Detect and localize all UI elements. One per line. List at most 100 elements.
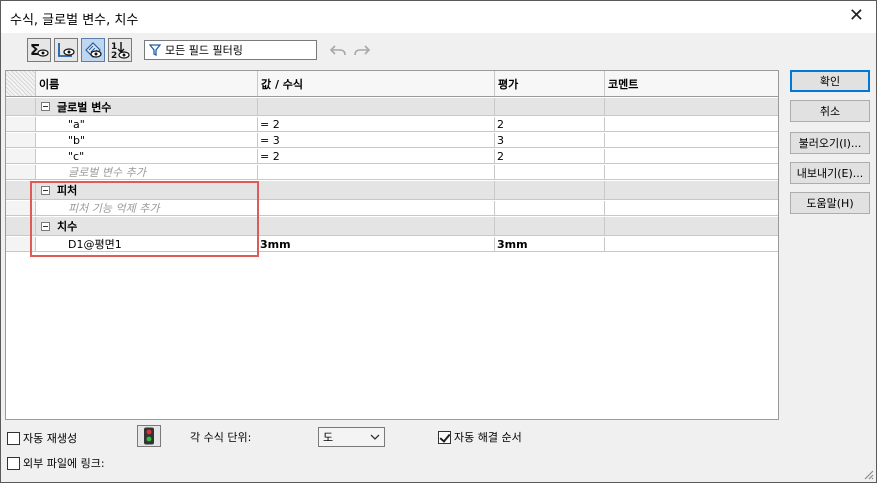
group-name-cell: 치수 — [36, 217, 258, 235]
add-placeholder[interactable]: 글로벌 변수 추가 — [36, 165, 258, 179]
name-cell[interactable]: "b" — [36, 133, 258, 147]
equation-view-icon: Σ — [30, 41, 49, 59]
name-cell[interactable]: D1@평면1 — [36, 237, 258, 251]
auto-rebuild-checkbox[interactable]: 자동 재생성 — [7, 430, 77, 446]
selected-unit: 도 — [323, 431, 334, 444]
name-cell[interactable]: "a" — [36, 117, 258, 131]
dimension-view-button[interactable] — [81, 38, 105, 62]
column-header-comment[interactable]: 코멘트 — [605, 71, 778, 96]
checkbox-box[interactable] — [7, 456, 20, 470]
comment-cell[interactable] — [605, 117, 778, 131]
group-label: 글로벌 변수 — [57, 100, 112, 114]
auto-solve-order-checkbox[interactable]: 자동 해결 순서 — [438, 429, 522, 445]
link-external-checkbox[interactable]: 외부 파일에 링크: — [7, 455, 105, 471]
row-selector[interactable] — [6, 201, 36, 215]
window-title: 수식, 글로벌 변수, 치수 — [10, 13, 139, 28]
filter-field[interactable]: 모든 필드 필터링 — [144, 40, 317, 60]
column-header-evaluates[interactable]: 평가 — [495, 71, 605, 96]
cancel-button[interactable]: 취소 — [790, 100, 870, 122]
row-selector[interactable] — [6, 217, 36, 235]
equations-dialog: 수식, 글로벌 변수, 치수 ✕ Σ 1 2 모든 필드 필터링 이름 값 / … — [0, 0, 877, 483]
evaluates-cell: 3mm — [495, 237, 605, 251]
checkbox-box[interactable] — [438, 430, 451, 444]
group-cell — [605, 98, 778, 115]
collapse-icon[interactable] — [41, 102, 50, 111]
row-selector[interactable] — [6, 181, 36, 199]
column-header-name[interactable]: 이름 — [36, 71, 258, 96]
export-button[interactable]: 내보내기(E)... — [790, 162, 870, 184]
row-selector[interactable] — [6, 133, 36, 147]
title-bar: 수식, 글로벌 변수, 치수 ✕ — [1, 1, 876, 33]
comment-cell[interactable] — [605, 237, 778, 251]
resize-grip-icon[interactable] — [862, 468, 874, 480]
row-selector[interactable] — [6, 237, 36, 251]
sketch-equation-view-icon — [58, 43, 75, 57]
group-row-dimensions[interactable]: 치수 — [6, 217, 778, 236]
value-cell[interactable]: = 2 — [258, 117, 495, 131]
empty-cell — [495, 165, 605, 179]
traffic-light-icon — [144, 427, 154, 445]
group-cell — [258, 181, 495, 199]
group-row-features[interactable]: 피처 — [6, 181, 778, 200]
column-header-value[interactable]: 값 / 수식 — [258, 71, 495, 96]
help-button[interactable]: 도움말(H) — [790, 192, 870, 214]
add-global-variable-row[interactable]: 글로벌 변수 추가 — [6, 165, 778, 180]
evaluates-cell: 2 — [495, 149, 605, 163]
angle-unit-label: 각 수식 단위: — [190, 431, 252, 444]
empty-cell — [258, 201, 495, 215]
group-name-cell: 피처 — [36, 181, 258, 199]
collapse-icon[interactable] — [41, 221, 50, 231]
close-icon[interactable]: ✕ — [849, 5, 864, 26]
group-cell — [495, 181, 605, 199]
group-label: 치수 — [57, 220, 78, 233]
svg-text:2: 2 — [111, 51, 117, 60]
value-cell[interactable]: 3mm — [258, 237, 495, 251]
ordered-view-icon: 1 2 — [111, 42, 130, 60]
comment-cell[interactable] — [605, 133, 778, 147]
group-name-cell: 글로벌 변수 — [36, 98, 258, 115]
filter-icon — [149, 44, 161, 56]
table-row[interactable]: "a" = 2 2 — [6, 117, 778, 132]
checkbox-box[interactable] — [7, 431, 20, 445]
row-selector[interactable] — [6, 165, 36, 179]
table-row[interactable]: "c" = 2 2 — [6, 149, 778, 164]
comment-cell[interactable] — [605, 149, 778, 163]
table-row[interactable]: D1@평면1 3mm 3mm — [6, 237, 778, 252]
group-cell — [258, 98, 495, 115]
name-cell[interactable]: "c" — [36, 149, 258, 163]
sketch-equation-view-button[interactable] — [54, 38, 78, 62]
ok-button[interactable]: 확인 — [790, 70, 870, 92]
empty-cell — [495, 201, 605, 215]
grid-header: 이름 값 / 수식 평가 코멘트 — [6, 71, 778, 97]
row-selector[interactable] — [6, 149, 36, 163]
row-selector[interactable] — [6, 117, 36, 131]
ordered-view-button[interactable]: 1 2 — [108, 38, 132, 62]
angle-unit-select[interactable]: 도 — [318, 427, 385, 447]
group-cell — [258, 217, 495, 235]
undo-icon[interactable] — [329, 41, 347, 59]
filter-placeholder: 모든 필드 필터링 — [165, 44, 243, 57]
value-cell[interactable]: = 3 — [258, 133, 495, 147]
add-placeholder[interactable]: 피처 기능 억제 추가 — [36, 201, 258, 215]
equations-grid[interactable]: 이름 값 / 수식 평가 코멘트 글로벌 변수 "a" = 2 2 "b" = — [5, 70, 779, 420]
import-button[interactable]: 불러오기(I)... — [790, 132, 870, 154]
add-feature-suppression-row[interactable]: 피처 기능 억제 추가 — [6, 201, 778, 216]
table-row[interactable]: "b" = 3 3 — [6, 133, 778, 148]
value-cell[interactable]: = 2 — [258, 149, 495, 163]
redo-icon[interactable] — [353, 41, 371, 59]
equation-view-button[interactable]: Σ — [27, 38, 51, 62]
evaluates-cell: 2 — [495, 117, 605, 131]
group-cell — [495, 98, 605, 115]
group-cell — [495, 217, 605, 235]
empty-cell — [605, 201, 778, 215]
group-row-global-variables[interactable]: 글로벌 변수 — [6, 98, 778, 116]
row-selector-header[interactable] — [6, 71, 36, 96]
empty-cell — [258, 165, 495, 179]
checkbox-label: 자동 재생성 — [23, 432, 78, 445]
collapse-icon[interactable] — [41, 185, 50, 195]
group-cell — [605, 217, 778, 235]
rebuild-status-button[interactable] — [137, 425, 161, 447]
group-label: 피처 — [57, 184, 78, 197]
row-selector[interactable] — [6, 98, 36, 115]
checkbox-label: 외부 파일에 링크: — [23, 457, 105, 470]
